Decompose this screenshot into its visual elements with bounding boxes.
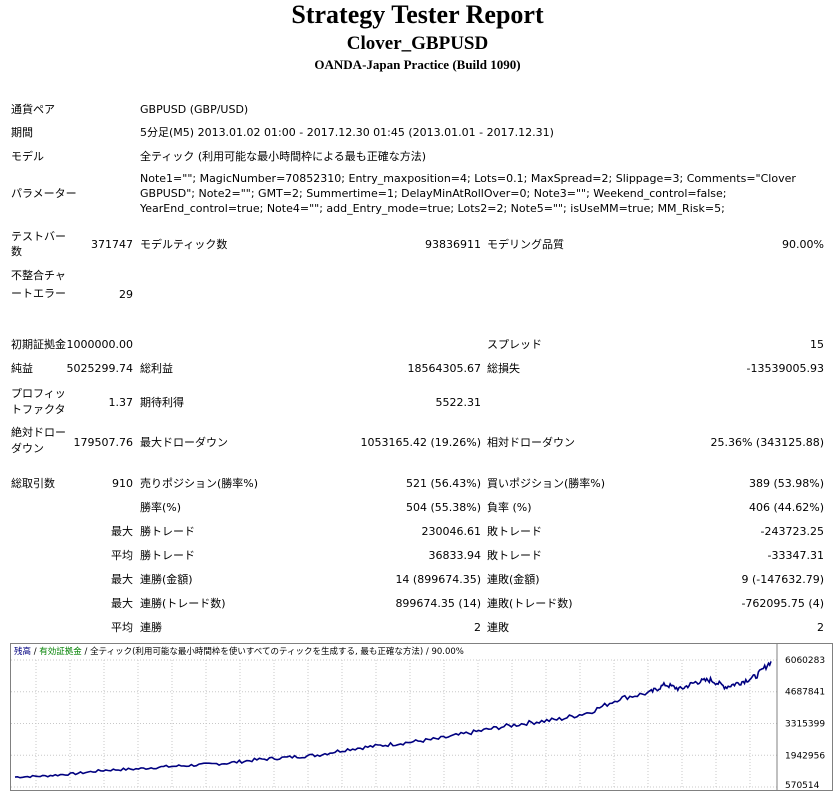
model-label: モデル <box>11 150 44 163</box>
long-positions-value: 389 (53.98%) <box>748 477 824 490</box>
y-tick-label: 6060283 <box>785 656 825 666</box>
loss-trades-label: 負率 (%) <box>487 501 532 514</box>
largest-win-label: 勝トレード <box>140 525 195 538</box>
avg-consec-losses-value: 2 <box>817 621 824 634</box>
expected-payoff-label: 期待利得 <box>140 396 184 409</box>
mismatch-value: 29 <box>119 288 133 301</box>
max-word: 最大 <box>111 597 133 610</box>
avg-consec-wins-value: 2 <box>474 621 481 634</box>
avg-consec-wins-label: 連勝 <box>140 621 162 634</box>
net-profit-value: 5025299.74 <box>66 362 133 375</box>
bars-label: テストバー数 <box>11 230 66 258</box>
profit-factor-value: 1.37 <box>108 396 134 409</box>
legend-quality: 90.00% <box>431 647 464 657</box>
gross-loss-value: -13539005.93 <box>746 362 824 375</box>
chart-legend: 残高 / 有効証拠金 / 全ティック(利用可能な最小時間枠を使いすべてのティック… <box>14 647 464 657</box>
gross-profit-label: 総利益 <box>140 362 173 375</box>
rel-drawdown-value: 25.36% (343125.88) <box>710 436 824 449</box>
legend-model: 全ティック(利用可能な最小時間枠を使いすべてのティックを生成する, 最も正確な方… <box>90 647 424 657</box>
total-trades-value: 910 <box>112 477 133 490</box>
server-info: OANDA-Japan Practice (Build 1090) <box>314 57 521 72</box>
quality-label: モデリング品質 <box>487 238 564 251</box>
max-consec-loss-label: 連敗(トレード数) <box>487 597 573 610</box>
avg-loss-value: -33347.31 <box>767 549 824 562</box>
max-word: 最大 <box>111 525 133 538</box>
params-value: Note1=""; MagicNumber=70852310; Entry_ma… <box>140 172 796 215</box>
model-value: 全ティック (利用可能な最小時間枠による最も正確な方法) <box>140 150 427 163</box>
max-consec-profit-label: 連勝(トレード数) <box>140 597 226 610</box>
spread-label: スプレッド <box>487 338 542 351</box>
max-drawdown-value: 1053165.42 (19.26%) <box>360 436 481 449</box>
report-title: Strategy Tester Report <box>291 0 544 29</box>
max-word: 最大 <box>111 573 133 586</box>
quality-value: 90.00% <box>782 238 824 251</box>
rel-drawdown-label: 相対ドローダウン <box>487 436 575 449</box>
largest-loss-value: -243723.25 <box>760 525 824 538</box>
legend-sep: / <box>81 647 91 657</box>
max-drawdown-label: 最大ドローダウン <box>140 436 228 449</box>
max-consec-losses-value: 9 (-147632.79) <box>741 573 824 586</box>
avg-win-value: 36833.94 <box>428 549 482 562</box>
profit-factor-label: プロフィットファクタ <box>11 387 66 416</box>
gross-profit-value: 18564305.67 <box>407 362 481 375</box>
y-tick-label: 570514 <box>785 781 820 790</box>
bars-value: 371747 <box>91 238 133 251</box>
max-consec-wins-label: 連勝(金額) <box>140 573 193 586</box>
period-label: 期間 <box>11 126 33 139</box>
net-profit-label: 純益 <box>11 362 33 375</box>
max-consec-profit-value: 899674.35 (14) <box>395 597 481 610</box>
avg-word: 平均 <box>111 621 133 634</box>
spread-value: 15 <box>810 338 824 351</box>
win-trades-value: 504 (55.38%) <box>405 501 481 514</box>
period-value: 5分足(M5) 2013.01.02 01:00 - 2017.12.30 01… <box>140 126 554 139</box>
avg-loss-label: 敗トレード <box>487 549 542 562</box>
ticks-label: モデルティック数 <box>140 238 228 251</box>
y-tick-label: 3315399 <box>785 720 825 730</box>
deposit-value: 1000000.00 <box>66 338 133 351</box>
loss-trades-value: 406 (44.62%) <box>748 501 824 514</box>
largest-loss-label: 敗トレード <box>487 525 542 538</box>
expert-name: Clover_GBPUSD <box>346 33 489 54</box>
ticks-value: 93836911 <box>425 238 481 251</box>
largest-win-value: 230046.61 <box>421 525 482 538</box>
win-trades-label: 勝率(%) <box>140 501 182 514</box>
short-positions-value: 521 (56.43%) <box>405 477 481 490</box>
y-tick-label: 4687841 <box>785 688 825 698</box>
abs-drawdown-value: 179507.76 <box>73 436 134 449</box>
avg-win-label: 勝トレード <box>140 549 195 562</box>
max-consec-wins-value: 14 (899674.35) <box>395 573 481 586</box>
long-positions-label: 買いポジション(勝率%) <box>487 477 606 490</box>
max-consec-loss-value: -762095.75 (4) <box>741 597 824 610</box>
mismatch-label: 不整合チャートエラー <box>11 269 66 300</box>
params-label: パラメーター <box>11 187 77 200</box>
legend-balance: 残高 <box>14 647 32 657</box>
legend-equity: 有効証拠金 <box>39 647 82 657</box>
expected-payoff-value: 5522.31 <box>435 396 482 409</box>
avg-word: 平均 <box>111 549 133 562</box>
symbol-label: 通貨ペア <box>11 103 55 116</box>
short-positions-label: 売りポジション(勝率%) <box>140 477 259 490</box>
y-tick-label: 1942956 <box>785 751 825 761</box>
gross-loss-label: 総損失 <box>487 362 520 375</box>
total-trades-label: 総取引数 <box>11 477 55 490</box>
balance-series-line <box>14 661 772 779</box>
avg-consec-losses-label: 連敗 <box>487 621 509 634</box>
balance-chart: 6060283 4687841 3315399 1942956 570514 残高 / … <box>10 643 833 791</box>
deposit-label: 初期証拠金 <box>11 338 66 351</box>
max-consec-losses-label: 連敗(金額) <box>487 573 540 586</box>
symbol-value: GBPUSD (GBP/USD) <box>140 103 249 116</box>
balance-chart-svg: 6060283 4687841 3315399 1942956 570514 <box>11 644 825 790</box>
